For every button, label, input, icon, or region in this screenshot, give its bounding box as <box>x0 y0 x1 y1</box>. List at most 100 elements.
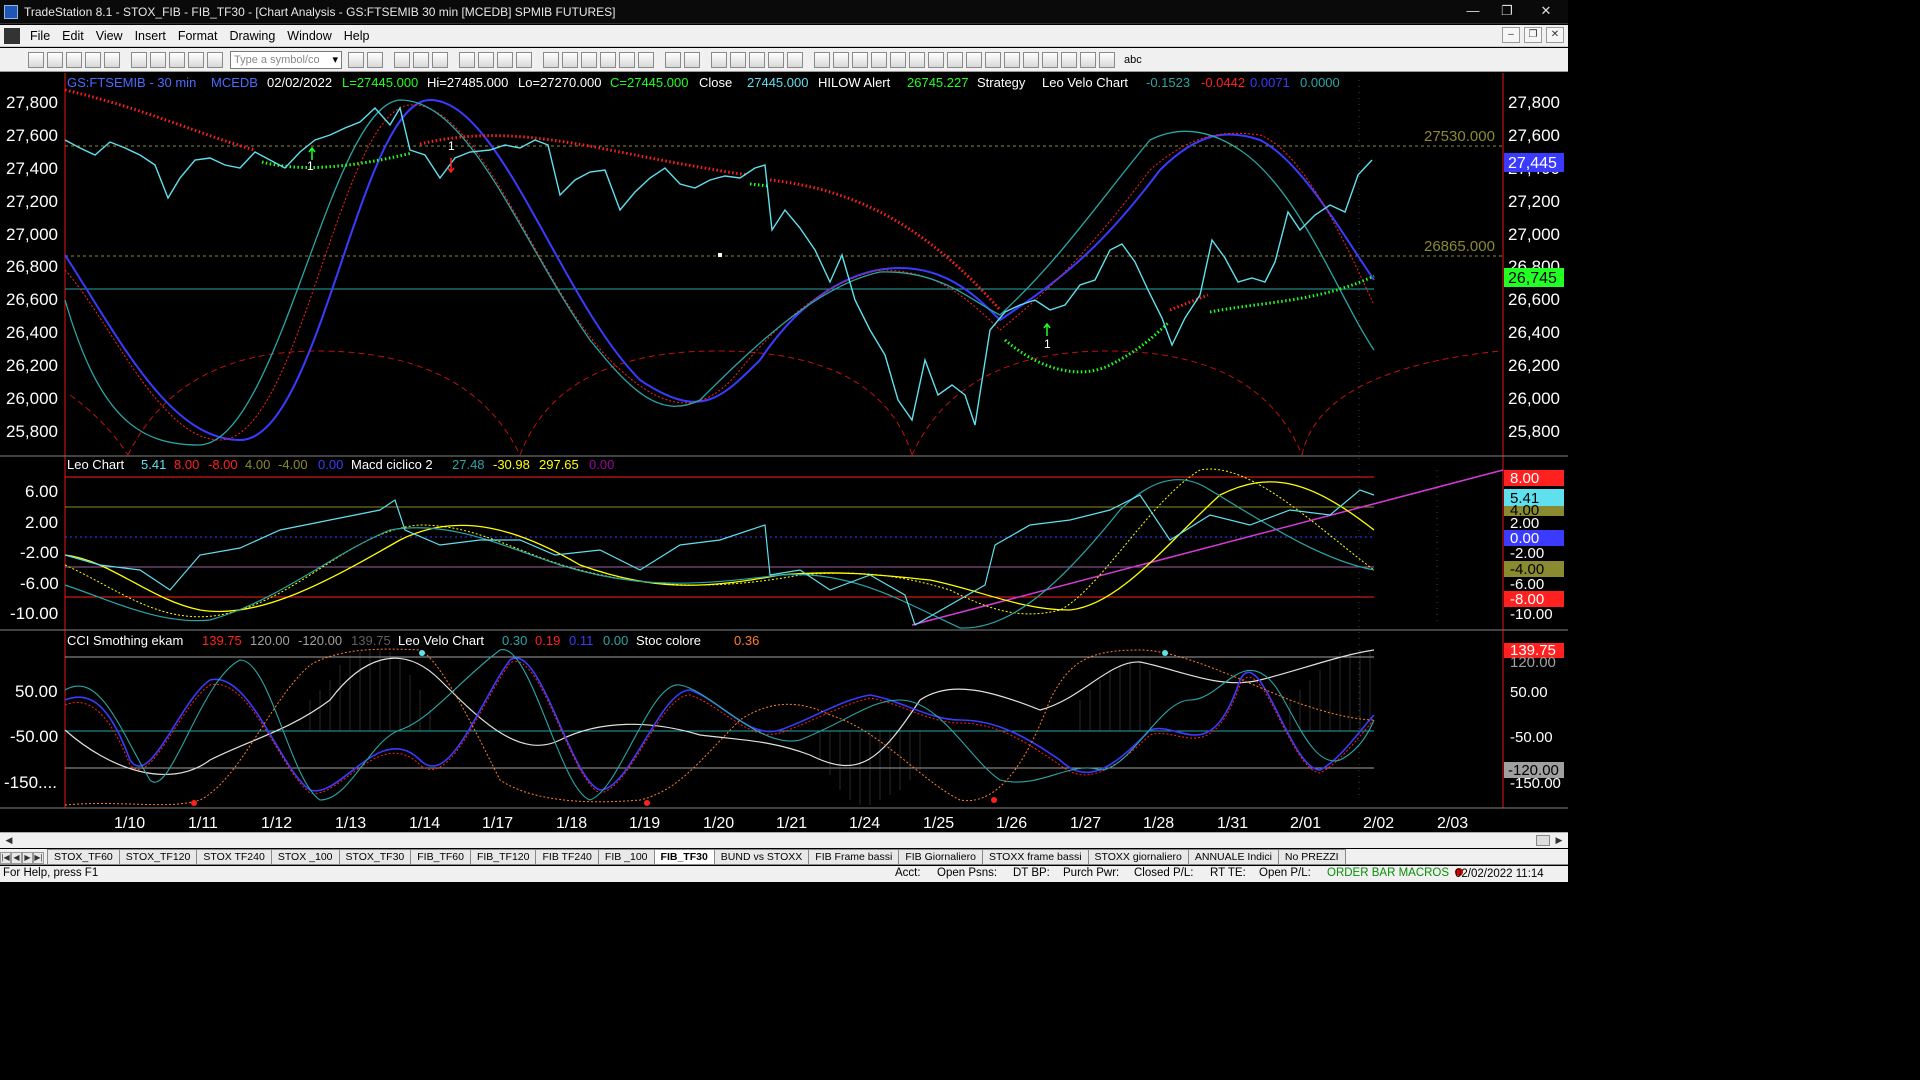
rectangle-icon[interactable] <box>1099 51 1115 68</box>
menu-help[interactable]: Help <box>338 29 376 43</box>
tab-stox-tf120[interactable]: STOX_TF120 <box>118 849 198 864</box>
format-icon[interactable] <box>516 51 532 68</box>
tab-fib-tf60[interactable]: FIB_TF60 <box>410 849 471 864</box>
cut-icon[interactable] <box>131 51 147 68</box>
tab-stoxx-frame-bassi[interactable]: STOXX frame bassi <box>981 849 1089 864</box>
tab-no-prezzi[interactable]: No PREZZI <box>1277 849 1346 864</box>
menu-view[interactable]: View <box>90 29 129 43</box>
status-bar: For Help, press F1 Acct: Open Psns: DT B… <box>0 866 1568 882</box>
tab-annuale-indici[interactable]: ANNUALE Indici <box>1187 849 1279 864</box>
mdi-close-button[interactable]: ✕ <box>1546 27 1564 43</box>
menu-file[interactable]: File <box>24 29 56 43</box>
tools-icon[interactable] <box>749 51 765 68</box>
tab-fib-frame-bassi[interactable]: FIB Frame bassi <box>808 849 900 864</box>
header-v1: -0.1523 <box>1146 75 1190 90</box>
pitchfork-icon[interactable] <box>909 51 925 68</box>
lookup-icon[interactable] <box>367 51 383 68</box>
line-chart-icon[interactable] <box>581 51 597 68</box>
bar-icon[interactable] <box>543 51 559 68</box>
tab-prev-icon[interactable]: ◀ <box>11 852 22 864</box>
disabled-icon[interactable] <box>787 51 803 68</box>
open-icon[interactable] <box>47 51 63 68</box>
copy-icon[interactable] <box>150 51 166 68</box>
trendline-icon[interactable] <box>890 51 906 68</box>
curve-icon[interactable] <box>1023 51 1039 68</box>
leo-tick-2: -2.00 <box>20 543 59 562</box>
save-icon[interactable] <box>66 51 82 68</box>
cross-icon[interactable] <box>966 51 982 68</box>
chart-area[interactable]: GS:FTSEMIB - 30 min MCEDB 02/02/2022 L=2… <box>0 73 1568 835</box>
channel-icon[interactable] <box>833 51 849 68</box>
scroll-icon[interactable] <box>638 51 654 68</box>
globe-icon[interactable] <box>207 51 223 68</box>
arrows-icon[interactable] <box>947 51 963 68</box>
zoom-in-icon[interactable] <box>665 51 681 68</box>
fib-icon[interactable] <box>871 51 887 68</box>
menu-drawing[interactable]: Drawing <box>223 29 281 43</box>
close-button[interactable]: ✕ <box>1524 0 1568 22</box>
level-hi-label: 27530.000 <box>1424 128 1495 145</box>
restore-button[interactable]: ❐ <box>1490 0 1524 22</box>
tab-stox-100[interactable]: STOX _100 <box>270 849 340 864</box>
pointer-icon[interactable] <box>711 51 727 68</box>
tab-stox-tf60[interactable]: STOX_TF60 <box>47 849 120 864</box>
tab-fib-giornaliero[interactable]: FIB Giornaliero <box>898 849 983 864</box>
text-tool[interactable]: abc <box>1124 54 1142 66</box>
print-preview-icon[interactable] <box>104 51 120 68</box>
alert-icon[interactable] <box>497 51 513 68</box>
tab-stox-tf240[interactable]: STOX TF240 <box>196 849 272 864</box>
tab-fib-tf30[interactable]: FIB_TF30 <box>653 849 715 864</box>
date-tick-11: 1/25 <box>923 815 954 832</box>
tab-fib-tf240[interactable]: FIB TF240 <box>535 849 599 864</box>
new-icon[interactable] <box>28 51 44 68</box>
play-icon[interactable] <box>348 51 364 68</box>
mdi-restore-button[interactable]: ❐ <box>1524 27 1542 43</box>
tab-fib-100[interactable]: FIB _100 <box>597 849 655 864</box>
hline-icon[interactable] <box>852 51 868 68</box>
tab-last-icon[interactable]: ▶| <box>33 852 44 864</box>
status-macros[interactable]: ORDER BAR MACROS <box>1327 867 1449 879</box>
bars-icon[interactable] <box>619 51 635 68</box>
strategy-icon[interactable] <box>478 51 494 68</box>
scroll-right-arrow-icon[interactable]: ▶ <box>1552 834 1566 847</box>
zoom-out-icon[interactable] <box>684 51 700 68</box>
arrow-up-icon[interactable] <box>1061 51 1077 68</box>
lock-icon[interactable] <box>188 51 204 68</box>
pencil-icon[interactable] <box>814 51 830 68</box>
crosshair-icon[interactable] <box>730 51 746 68</box>
ellipse-icon[interactable] <box>1080 51 1096 68</box>
print-icon[interactable] <box>85 51 101 68</box>
chart-icon[interactable] <box>394 51 410 68</box>
window-icon[interactable] <box>768 51 784 68</box>
paste-icon[interactable] <box>169 51 185 68</box>
menu-window[interactable]: Window <box>281 29 337 43</box>
pen-icon[interactable] <box>1004 51 1020 68</box>
minimize-button[interactable]: — <box>1456 0 1490 22</box>
grid-icon[interactable] <box>432 51 448 68</box>
symbol-input[interactable]: Type a symbol/co <box>230 50 342 69</box>
data-icon[interactable] <box>600 51 616 68</box>
arc-icon[interactable] <box>985 51 1001 68</box>
tab-stox-tf30[interactable]: STOX_TF30 <box>338 849 412 864</box>
menu-insert[interactable]: Insert <box>129 29 172 43</box>
tab-bund-vs-stoxx[interactable]: BUND vs STOXX <box>713 849 810 864</box>
price-tick-right-4: 27,000 <box>1508 225 1560 244</box>
mdi-minimize-button[interactable]: – <box>1502 27 1520 43</box>
arrow-down-icon[interactable] <box>1042 51 1058 68</box>
indicator-icon[interactable] <box>459 51 475 68</box>
candle-icon[interactable] <box>562 51 578 68</box>
scroll-thumb[interactable] <box>1536 835 1550 846</box>
tab-next-icon[interactable]: ▶ <box>22 852 33 864</box>
tab-first-icon[interactable]: |◀ <box>0 852 11 864</box>
scroll-left-arrow-icon[interactable]: ◀ <box>2 834 16 847</box>
tab-fib-tf120[interactable]: FIB_TF120 <box>469 849 537 864</box>
horizontal-scrollbar[interactable]: ◀ ▶ <box>0 832 1568 848</box>
document-icon[interactable] <box>4 27 20 44</box>
angle-icon[interactable] <box>928 51 944 68</box>
tab-stoxx-giornaliero[interactable]: STOXX giornaliero <box>1087 849 1189 864</box>
menu-format[interactable]: Format <box>172 29 224 43</box>
leo-v5: -4.00 <box>278 457 308 472</box>
menu-edit[interactable]: Edit <box>56 29 90 43</box>
leo-title: Leo Chart <box>67 457 124 472</box>
radar-icon[interactable] <box>413 51 429 68</box>
